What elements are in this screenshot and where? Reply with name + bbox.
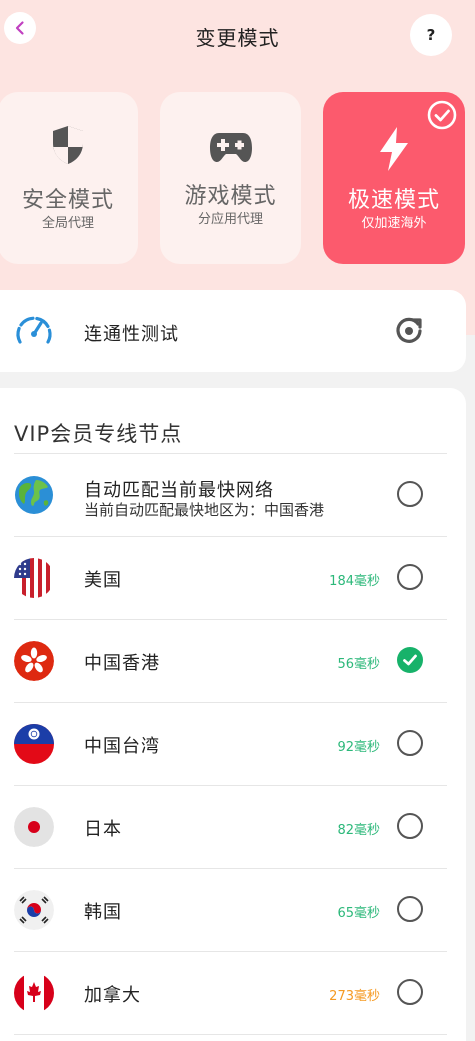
node-row-hk[interactable]: 中国香港 56毫秒 xyxy=(0,619,466,701)
speedometer-icon xyxy=(16,316,52,344)
divider xyxy=(14,536,447,537)
connectivity-test-label: 连通性测试 xyxy=(84,324,179,345)
radio-unselected[interactable] xyxy=(397,481,423,507)
latency-value: 184毫秒 xyxy=(329,574,380,589)
mode-sub: 仅加速海外 xyxy=(361,216,427,231)
node-name: 日本 xyxy=(84,819,122,840)
page-title: 变更模式 xyxy=(195,26,280,50)
check-icon xyxy=(403,654,417,666)
node-name: 美国 xyxy=(84,570,122,591)
latency-value: 65毫秒 xyxy=(337,906,380,921)
divider xyxy=(14,453,447,454)
radio-unselected[interactable] xyxy=(397,896,423,922)
latency-value: 92毫秒 xyxy=(337,740,380,755)
mode-name: 安全模式 xyxy=(21,188,114,213)
node-row-kr[interactable]: 韩国 65毫秒 xyxy=(0,868,466,950)
vip-nodes-panel: VIP会员专线节点 自动匹配当前最快网络 当前自动匹配最快地区为：中国香港 美国… xyxy=(0,388,466,1041)
radio-unselected[interactable] xyxy=(397,979,423,1005)
refresh-icon[interactable] xyxy=(393,314,425,346)
mode-sub: 分应用代理 xyxy=(197,212,263,227)
lightning-icon xyxy=(380,127,408,171)
gamepad-icon xyxy=(209,133,252,162)
node-name: 中国香港 xyxy=(84,653,160,674)
node-row-tw[interactable]: 中国台湾 92毫秒 xyxy=(0,702,466,784)
mode-sub: 全局代理 xyxy=(41,216,94,231)
us-flag-icon xyxy=(14,558,54,598)
node-name: 加拿大 xyxy=(84,985,141,1006)
header: 变更模式 ? xyxy=(0,0,475,72)
radio-unselected[interactable] xyxy=(397,813,423,839)
divider xyxy=(14,1034,447,1035)
mode-card-speed[interactable]: 极速模式 仅加速海外 xyxy=(323,92,465,264)
globe-icon xyxy=(15,476,53,514)
node-name: 韩国 xyxy=(84,902,122,923)
connectivity-test-row[interactable]: 连通性测试 xyxy=(0,290,466,372)
latency-value: 273毫秒 xyxy=(329,989,380,1004)
mode-card-safe[interactable]: 安全模式 全局代理 xyxy=(0,92,138,264)
mode-name: 游戏模式 xyxy=(184,184,277,209)
section-title: VIP会员专线节点 xyxy=(14,422,183,446)
node-row-ca[interactable]: 加拿大 273毫秒 xyxy=(0,951,466,1033)
latency-value: 82毫秒 xyxy=(337,823,380,838)
shield-icon xyxy=(53,126,83,164)
jp-flag-icon xyxy=(14,807,54,847)
divider xyxy=(14,868,447,869)
divider xyxy=(14,619,447,620)
divider xyxy=(14,785,447,786)
node-sub: 当前自动匹配最快地区为：中国香港 xyxy=(84,501,325,519)
mode-selector: 安全模式 全局代理 游戏模式 分应用代理 极速模式 仅加速海外 xyxy=(0,92,475,266)
divider xyxy=(14,951,447,952)
mode-card-game[interactable]: 游戏模式 分应用代理 xyxy=(160,92,301,264)
help-button[interactable]: ? xyxy=(410,14,452,56)
node-row-auto[interactable]: 自动匹配当前最快网络 当前自动匹配最快地区为：中国香港 xyxy=(0,453,466,535)
divider xyxy=(14,702,447,703)
hk-flag-icon xyxy=(14,641,54,681)
mode-name: 极速模式 xyxy=(347,188,440,213)
node-name: 中国台湾 xyxy=(84,736,160,757)
node-row-us[interactable]: 美国 184毫秒 xyxy=(0,536,466,618)
radio-unselected[interactable] xyxy=(397,730,423,756)
ca-flag-icon xyxy=(14,973,54,1013)
kr-flag-icon xyxy=(14,890,54,930)
radio-selected[interactable] xyxy=(397,647,423,673)
node-row-jp[interactable]: 日本 82毫秒 xyxy=(0,785,466,867)
latency-value: 56毫秒 xyxy=(337,657,380,672)
radio-unselected[interactable] xyxy=(397,564,423,590)
list-end xyxy=(0,1034,466,1035)
tw-flag-icon xyxy=(14,724,54,764)
